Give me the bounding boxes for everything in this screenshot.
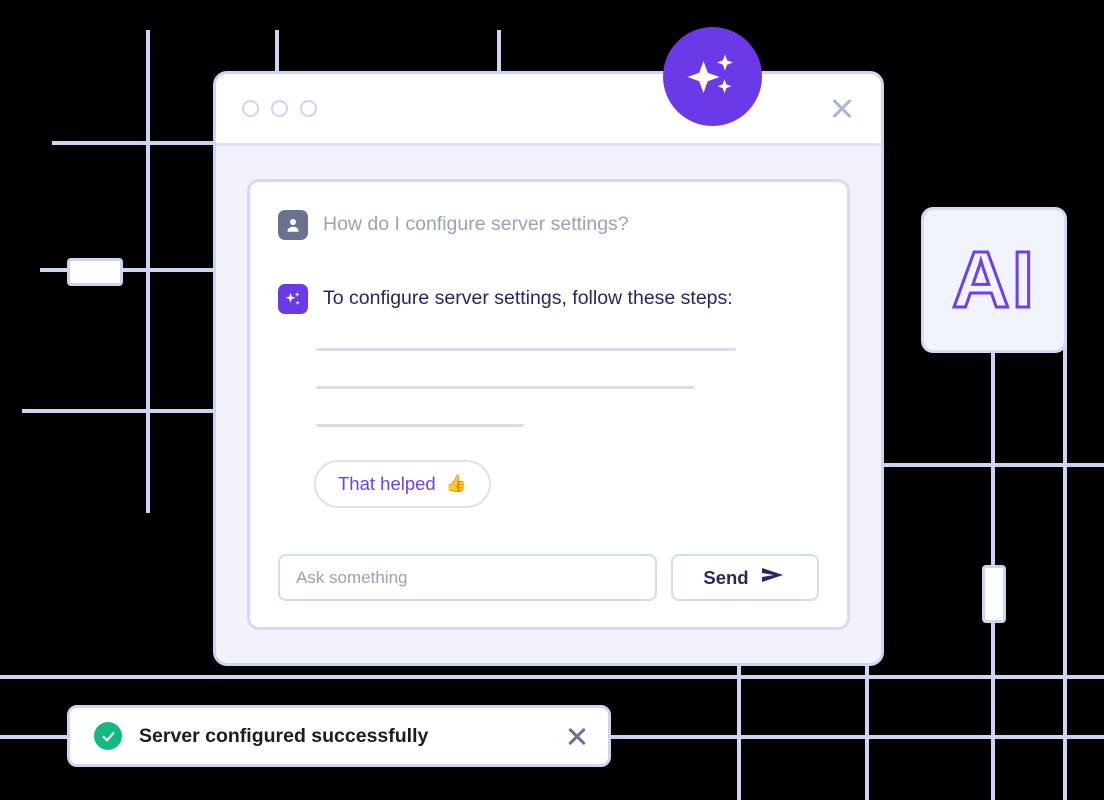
skeleton-line [316, 424, 524, 427]
send-button[interactable]: Send [671, 554, 819, 601]
ask-input[interactable] [278, 554, 657, 601]
ai-badge-card: AI [921, 207, 1067, 353]
window-dot-2[interactable] [271, 100, 288, 117]
conversation-card: How do I configure server settings? To c… [247, 179, 850, 630]
that-helped-button[interactable]: That helped 👍 [314, 460, 491, 508]
message-assistant-text: To configure server settings, follow the… [323, 287, 733, 310]
toast-notification: Server configured successfully [67, 705, 611, 767]
composer: Send [278, 554, 819, 601]
window-titlebar [216, 74, 881, 146]
sparkle-avatar-icon [278, 284, 308, 314]
window-body: How do I configure server settings? To c… [216, 146, 881, 663]
send-button-label: Send [703, 566, 749, 588]
user-avatar-icon [278, 210, 308, 240]
grid-line-vertical [865, 666, 869, 800]
window-dot-1[interactable] [242, 100, 259, 117]
grid-line-vertical [737, 666, 741, 800]
that-helped-label: That helped [338, 473, 436, 494]
thumbs-up-icon: 👍 [445, 474, 467, 493]
close-icon[interactable] [829, 96, 855, 122]
answer-skeleton [316, 348, 819, 427]
message-user: How do I configure server settings? [278, 210, 819, 240]
window-dot-3[interactable] [300, 100, 317, 117]
grid-node [67, 258, 123, 286]
skeleton-line [316, 348, 736, 351]
grid-line-horizontal [0, 675, 1104, 679]
toast-message: Server configured successfully [139, 724, 429, 747]
skeleton-line [316, 386, 694, 389]
chat-window: How do I configure server settings? To c… [213, 71, 884, 666]
message-user-text: How do I configure server settings? [323, 213, 629, 236]
sparkles-icon [663, 27, 762, 126]
grid-line-horizontal [52, 141, 227, 145]
close-icon[interactable] [566, 725, 588, 747]
composer-spacer [278, 508, 819, 554]
grid-line-horizontal [22, 409, 227, 413]
send-arrow-icon [761, 566, 787, 589]
message-assistant: To configure server settings, follow the… [278, 284, 819, 314]
grid-line-vertical [497, 30, 501, 75]
check-circle-icon [94, 722, 122, 750]
ai-badge-label: AI [951, 235, 1036, 324]
grid-line-vertical [1063, 340, 1067, 800]
window-controls [242, 100, 317, 117]
screenshot-root: AI How do I configure server settings? T… [0, 0, 1104, 800]
grid-node [982, 565, 1006, 623]
